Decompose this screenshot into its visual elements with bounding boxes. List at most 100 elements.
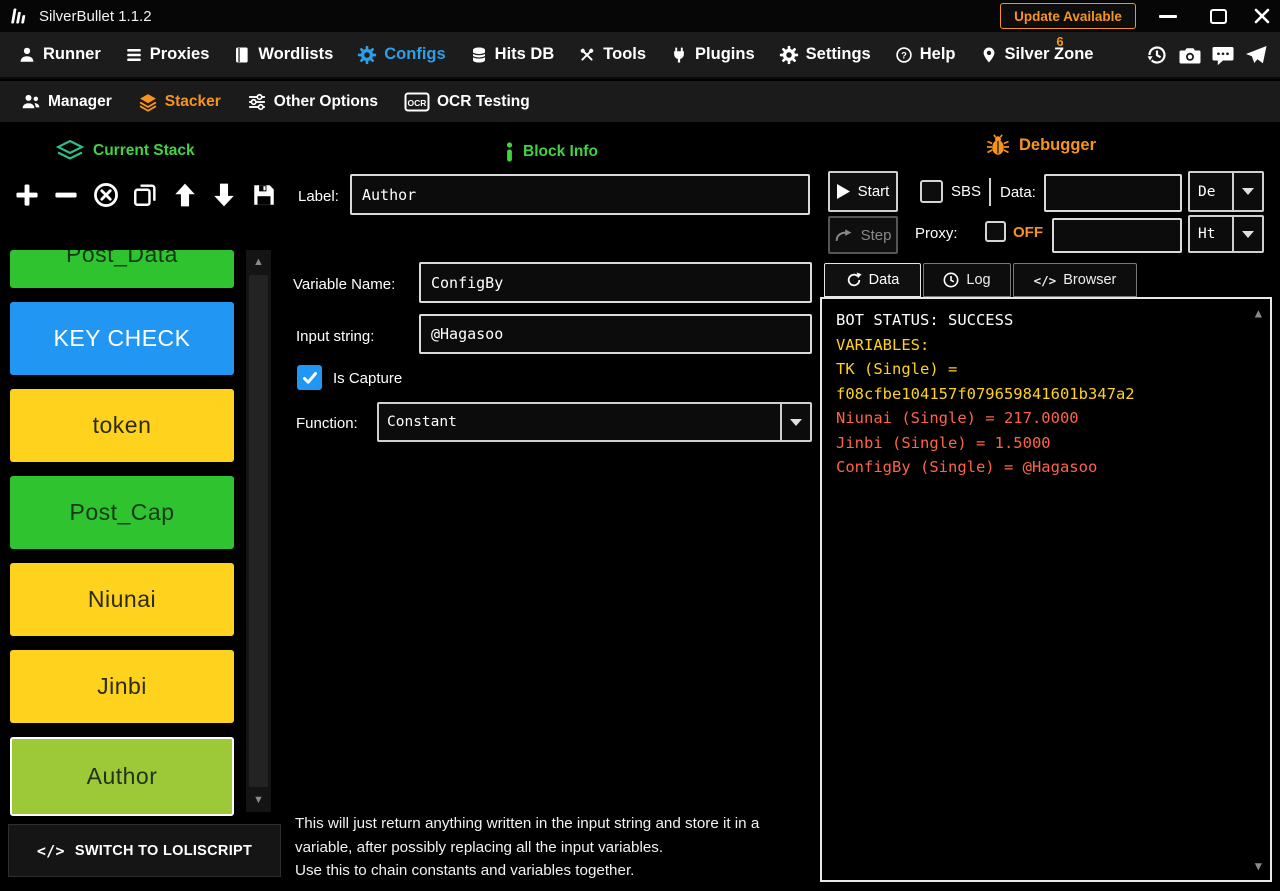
arrow-down-icon bbox=[211, 182, 237, 208]
console-line: f08cfbe104157f079659841601b347a2 bbox=[836, 382, 1256, 407]
manager-users-icon bbox=[21, 92, 41, 112]
nav-label: Proxies bbox=[150, 45, 210, 64]
subnav-item-other-options[interactable]: Other Options bbox=[234, 81, 391, 122]
add-block-button[interactable] bbox=[8, 175, 45, 215]
tab-label: Browser bbox=[1063, 272, 1116, 288]
code-icon: </> bbox=[1034, 273, 1057, 288]
data-input[interactable] bbox=[1044, 174, 1182, 212]
console-line: TK (Single) = bbox=[836, 357, 1256, 382]
nav-item-settings[interactable]: Settings bbox=[767, 32, 883, 77]
move-down-button[interactable] bbox=[206, 175, 243, 215]
nav-label: Tools bbox=[603, 45, 646, 64]
maximize-icon bbox=[1210, 9, 1227, 24]
debugger-header: Debugger bbox=[986, 133, 1096, 157]
nav-item-wordlists[interactable]: Wordlists bbox=[221, 32, 345, 77]
stack-block-post-cap[interactable]: Post_Cap bbox=[10, 476, 234, 549]
tab-data[interactable]: Data bbox=[824, 263, 921, 297]
nav-item-configs[interactable]: Configs bbox=[345, 32, 457, 77]
nav-item-hits-db[interactable]: Hits DB bbox=[458, 32, 567, 77]
stack-block-author-selected[interactable]: Author bbox=[10, 737, 234, 816]
stack-block-niunai[interactable]: Niunai bbox=[10, 563, 234, 636]
nav-item-proxies[interactable]: Proxies bbox=[113, 32, 222, 77]
sbs-checkbox[interactable] bbox=[920, 180, 943, 203]
step-button[interactable]: Step bbox=[828, 216, 898, 254]
is-capture-label: Is Capture bbox=[333, 370, 402, 387]
divider bbox=[989, 178, 991, 206]
stack-block-partial[interactable]: Post_Data bbox=[10, 250, 234, 288]
stack-scrollbar: ▲ ▼ bbox=[246, 250, 271, 812]
runner-icon bbox=[18, 46, 36, 64]
subnav-item-manager[interactable]: Manager bbox=[8, 81, 125, 122]
console-scroll-up-icon[interactable]: ▲ bbox=[1255, 307, 1262, 319]
data-type-select[interactable]: De bbox=[1188, 171, 1264, 212]
stack-block-key-check[interactable]: KEY CHECK bbox=[10, 302, 234, 375]
update-count-badge: 6 bbox=[1048, 34, 1072, 49]
console-line: VARIABLES: bbox=[836, 333, 1256, 358]
scrollbar-thumb[interactable] bbox=[249, 275, 268, 787]
help-line-1: This will just return anything written i… bbox=[295, 812, 819, 859]
is-capture-checkbox[interactable] bbox=[297, 365, 322, 390]
subnav-item-ocr-testing[interactable]: OCR OCR Testing bbox=[391, 81, 543, 122]
camera-icon[interactable] bbox=[1178, 43, 1202, 67]
console-line: Niunai (Single) = 217.0000 bbox=[836, 406, 1256, 431]
telegram-icon[interactable] bbox=[1244, 43, 1268, 67]
close-button[interactable] bbox=[1244, 0, 1280, 32]
nav-item-silver-zone[interactable]: Silver Zone bbox=[968, 32, 1106, 77]
history-icon[interactable] bbox=[1145, 43, 1169, 67]
app-logo-icon bbox=[10, 6, 30, 26]
proxy-input[interactable] bbox=[1052, 218, 1182, 253]
console-line: Jinbi (Single) = 1.5000 bbox=[836, 431, 1256, 456]
function-selected-value: Constant bbox=[379, 404, 780, 440]
plug-icon bbox=[670, 46, 688, 64]
function-label: Function: bbox=[296, 415, 358, 432]
label-input[interactable] bbox=[350, 174, 810, 215]
stacker-layers-icon bbox=[138, 92, 158, 112]
circle-x-icon bbox=[93, 182, 119, 208]
move-up-button[interactable] bbox=[166, 175, 203, 215]
nav-label: Hits DB bbox=[495, 45, 555, 64]
arrow-up-icon bbox=[172, 182, 198, 208]
remove-block-button[interactable] bbox=[48, 175, 85, 215]
sbs-label: SBS bbox=[951, 183, 981, 200]
clock-icon bbox=[943, 272, 959, 288]
play-icon bbox=[837, 184, 850, 199]
stack-block-token[interactable]: token bbox=[10, 389, 234, 462]
scroll-down-icon[interactable]: ▼ bbox=[246, 788, 271, 812]
nav-label: Configs bbox=[384, 45, 445, 64]
step-arrow-icon bbox=[835, 229, 853, 242]
update-available-button[interactable]: Update Available bbox=[1000, 3, 1136, 29]
function-help-text: This will just return anything written i… bbox=[295, 812, 819, 883]
chat-icon[interactable] bbox=[1211, 43, 1235, 67]
subnav-label: Stacker bbox=[165, 93, 221, 111]
close-icon bbox=[1253, 7, 1271, 25]
input-string-input[interactable] bbox=[419, 314, 812, 354]
nav-item-tools[interactable]: Tools bbox=[566, 32, 658, 77]
settings-gear-icon bbox=[779, 45, 799, 65]
clone-block-button[interactable] bbox=[127, 175, 164, 215]
save-stack-button[interactable] bbox=[245, 175, 282, 215]
nav-item-plugins[interactable]: Plugins bbox=[658, 32, 767, 77]
refresh-icon bbox=[846, 272, 862, 288]
switch-to-loliscript-button[interactable]: </> SWITCH TO LOLISCRIPT bbox=[8, 824, 281, 877]
start-button[interactable]: Start bbox=[828, 171, 898, 212]
stack-toolbar bbox=[6, 170, 284, 220]
function-select[interactable]: Constant bbox=[377, 402, 812, 442]
scroll-up-icon[interactable]: ▲ bbox=[246, 250, 271, 274]
variable-name-input[interactable] bbox=[419, 262, 812, 303]
console-scroll-down-icon[interactable]: ▼ bbox=[1255, 860, 1262, 872]
minimize-button[interactable] bbox=[1150, 0, 1186, 32]
tab-log[interactable]: Log bbox=[923, 263, 1011, 297]
block-label: token bbox=[93, 412, 152, 439]
proxy-type-select[interactable]: Ht bbox=[1188, 215, 1264, 253]
maximize-button[interactable] bbox=[1200, 0, 1236, 32]
tab-browser[interactable]: </> Browser bbox=[1013, 263, 1137, 297]
subnav-item-stacker[interactable]: Stacker bbox=[125, 81, 234, 122]
stack-block-jinbi[interactable]: Jinbi bbox=[10, 650, 234, 723]
block-label: Jinbi bbox=[97, 673, 147, 700]
chevron-down-icon bbox=[1232, 173, 1262, 210]
nav-item-help[interactable]: ? Help bbox=[883, 32, 968, 77]
nav-item-runner[interactable]: Runner bbox=[6, 32, 113, 77]
proxy-off-checkbox[interactable] bbox=[985, 221, 1006, 242]
subnav-label: Other Options bbox=[274, 93, 378, 111]
disable-block-button[interactable] bbox=[87, 175, 124, 215]
